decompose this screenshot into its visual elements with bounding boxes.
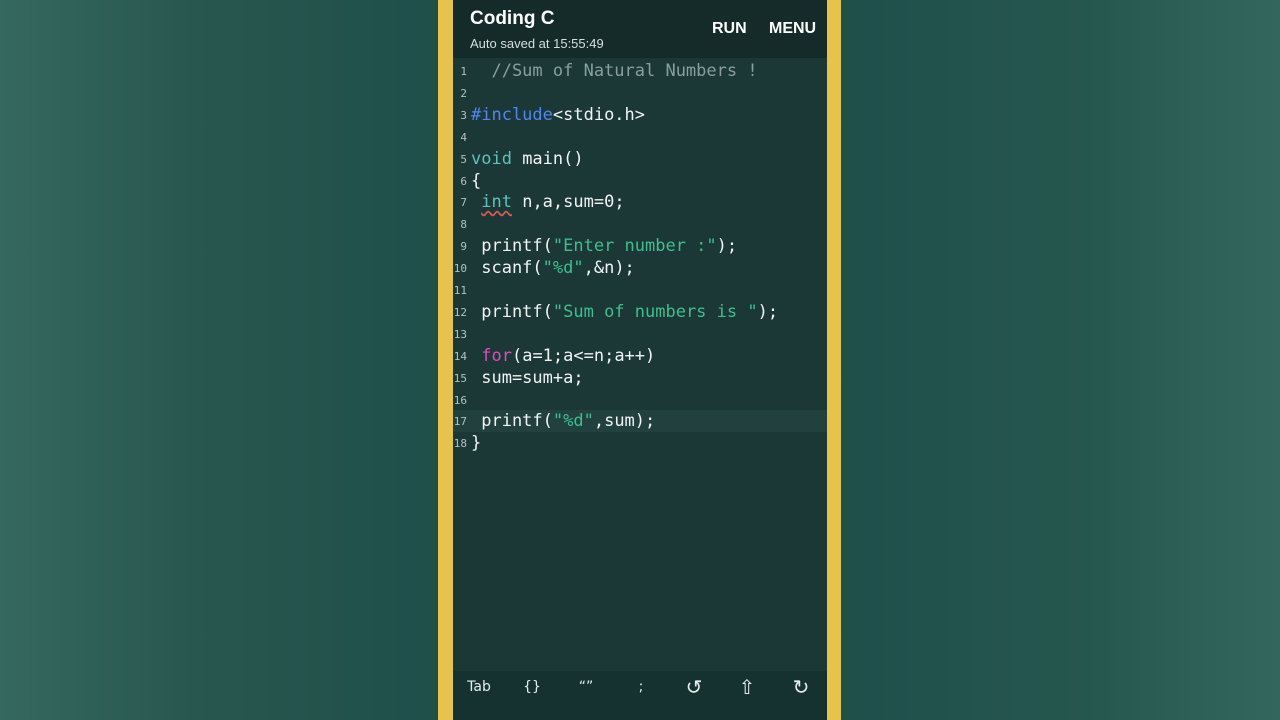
code-token: for (481, 345, 512, 366)
code-token: printf( (471, 301, 553, 322)
code-line[interactable]: 6{ (453, 170, 827, 192)
braces-key[interactable]: {} (512, 679, 552, 695)
extra-keys-bar: Tab {} “”; ↺ ⇧ ↻ (453, 671, 827, 720)
code-token: ,&n); (583, 258, 635, 279)
code-text: printf("%d",sum); (471, 410, 655, 432)
code-line[interactable]: 8 (453, 213, 827, 235)
code-line[interactable]: 11 (453, 279, 827, 301)
code-token: "%d" (542, 258, 584, 279)
code-text: for(a=1;a<=n;a++) (471, 345, 655, 367)
code-line[interactable]: 13 (453, 323, 827, 345)
line-number: 10 (453, 262, 467, 276)
line-number: 3 (460, 108, 467, 122)
line-number: 6 (460, 174, 467, 188)
shift-icon[interactable]: ⇧ (727, 675, 767, 699)
code-token: ); (757, 301, 779, 322)
run-button[interactable]: RUN (712, 20, 747, 38)
code-token: <stdio.h> (552, 104, 646, 125)
line-number: 7 (460, 196, 467, 210)
code-token: n,a,sum=0; (511, 192, 625, 213)
code-line[interactable]: 10 scanf("%d",&n); (453, 257, 827, 279)
line-number: 17 (453, 415, 467, 429)
phone-frame-right (827, 0, 841, 720)
code-token: (a=1;a<=n;a++) (511, 345, 656, 366)
line-number: 11 (453, 284, 467, 297)
menu-button[interactable]: MENU (769, 20, 816, 38)
code-text: int n,a,sum=0; (471, 191, 625, 213)
code-line[interactable]: 5 void main() (453, 148, 827, 170)
undo-icon[interactable]: ↺ (674, 675, 714, 699)
redo-icon[interactable]: ↻ (781, 675, 821, 699)
code-line[interactable]: 4 (453, 126, 827, 148)
code-token: scanf( (471, 258, 543, 279)
code-text: { (471, 170, 481, 192)
line-number: 1 (460, 65, 467, 78)
code-token: "%d" (552, 411, 594, 432)
code-line[interactable]: 2 (453, 82, 827, 104)
app-title: Coding C (470, 8, 555, 29)
code-line[interactable]: 1 //Sum of Natural Numbers ! (453, 60, 827, 82)
code-token: sum=sum+a; (471, 367, 584, 388)
line-number: 18 (453, 437, 467, 451)
code-token: { (471, 170, 482, 191)
line-number: 8 (460, 218, 467, 232)
code-text: void main() (471, 148, 584, 170)
code-token: printf( (471, 411, 553, 432)
line-number: 13 (453, 327, 467, 341)
code-token: ,sum); (593, 411, 656, 432)
line-number: 5 (460, 152, 467, 166)
code-line[interactable]: 17 printf("%d",sum); (453, 410, 827, 433)
code-text: printf("Sum of numbers is "); (471, 301, 778, 323)
tab-key[interactable]: Tab (459, 679, 499, 695)
code-token: "Sum of numbers is " (552, 301, 758, 322)
code-token: "Enter number :" (552, 236, 717, 257)
line-number: 2 (460, 86, 467, 100)
code-line[interactable]: 7 int n,a,sum=0; (453, 191, 827, 213)
line-number: 14 (453, 349, 467, 363)
code-text: scanf("%d",&n); (471, 257, 635, 279)
code-line[interactable]: 12 printf("Sum of numbers is "); (453, 301, 827, 323)
code-text: } (471, 432, 481, 454)
code-line[interactable]: 16 (453, 389, 827, 411)
code-line[interactable]: 3 #include<stdio.h> (453, 104, 827, 126)
phone-screen: Coding C Auto saved at 15:55:49 RUN MENU… (453, 0, 827, 720)
line-number: 16 (453, 393, 467, 407)
code-line[interactable]: 18} (453, 432, 827, 454)
code-editor[interactable]: 1 //Sum of Natural Numbers ! 2 3 #include<s… (453, 59, 827, 671)
code-token: void (471, 148, 512, 169)
semicolon-key[interactable]: ; (621, 679, 661, 695)
code-line[interactable]: 14 for(a=1;a<=n;a++) (453, 345, 827, 367)
line-number: 9 (460, 240, 467, 254)
line-number: 4 (460, 130, 467, 144)
autosave-status: Auto saved at 15:55:49 (470, 36, 604, 51)
code-token: //Sum of Natural Numbers ! (471, 61, 758, 81)
code-token: #include (471, 104, 553, 125)
code-line[interactable]: 15 sum=sum+a; (453, 367, 827, 389)
code-text: #include<stdio.h> (471, 104, 645, 126)
code-text: printf("Enter number :"); (471, 235, 737, 257)
code-text: //Sum of Natural Numbers ! (471, 60, 758, 82)
code-line[interactable]: 9 printf("Enter number :"); (453, 235, 827, 257)
quotes-key[interactable]: “” (566, 679, 606, 695)
app-bar: Coding C Auto saved at 15:55:49 RUN MENU (453, 0, 827, 58)
code-token: main() (511, 148, 584, 169)
phone-frame-left (438, 0, 453, 720)
code-token: printf( (471, 236, 553, 257)
code-token: } (471, 433, 482, 454)
code-text: sum=sum+a; (471, 367, 584, 389)
code-token: int (481, 192, 512, 213)
line-number: 12 (453, 305, 467, 319)
code-token: ); (716, 236, 738, 257)
line-number: 15 (453, 371, 467, 385)
